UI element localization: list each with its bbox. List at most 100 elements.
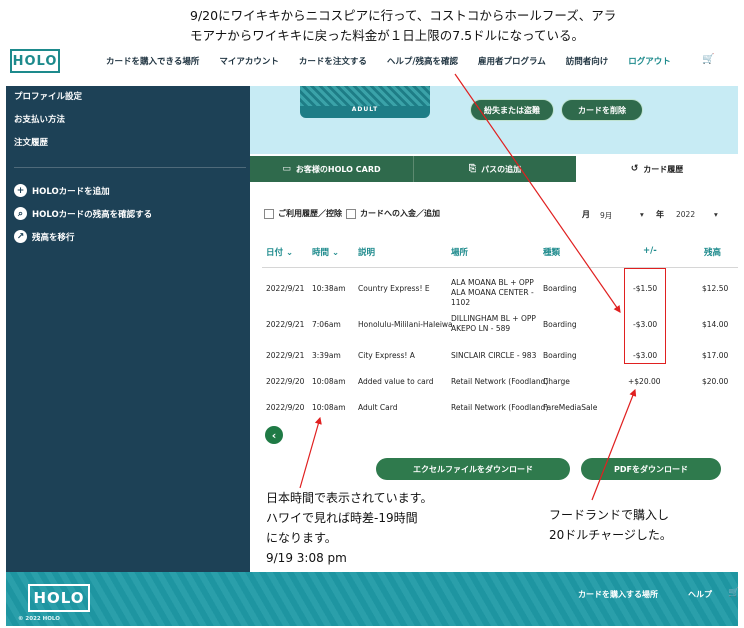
footer-logo[interactable]: HOLO: [28, 584, 90, 612]
main-nav: カードを購入できる場所 マイアカウント カードを注文する ヘルプ/残高を確認 雇…: [106, 55, 691, 67]
transfer-icon: ↗: [14, 230, 27, 243]
deposit-checkbox[interactable]: カードへの入金／追加: [346, 208, 440, 219]
plus-icon: +: [14, 184, 27, 197]
sidebar-divider: [14, 167, 246, 168]
chevron-down-icon[interactable]: ▾: [714, 210, 718, 219]
search-icon: ⌕: [14, 207, 27, 220]
row-time: 10:08am: [312, 377, 346, 386]
top-annotation-line: モアナからワイキキに戻った料金が１日上限の7.5ドルになっている。: [190, 28, 585, 43]
row-type: Charge: [543, 377, 570, 386]
add-card-label: HOLOカードを追加: [32, 186, 110, 197]
row-balance: $12.50: [702, 284, 729, 293]
checkbox-box: [346, 208, 356, 219]
top-annotation-line: 9/20にワイキキからニコスピアに行って、コストコからホールフーズ、アラ: [190, 8, 617, 23]
copyright: © 2022 HOLO: [18, 616, 60, 622]
month-label: 月: [582, 210, 590, 219]
add-card-action[interactable]: + HOLOカードを追加: [14, 184, 110, 197]
download-excel-button[interactable]: エクセルファイルをダウンロード: [376, 458, 570, 480]
row-desc: City Express! A: [358, 351, 415, 360]
col-description: 説明: [358, 248, 376, 258]
col-type: 種類: [543, 248, 561, 258]
highlight-box: [624, 268, 666, 364]
footer-nav-where-to-buy[interactable]: カードを購入する場所: [578, 589, 658, 600]
tab-card-history[interactable]: ↺ カード履歴: [576, 156, 738, 182]
row-balance: $14.00: [702, 320, 729, 329]
col-date[interactable]: 日付 ⌄: [266, 246, 293, 258]
row-place: Retail Network (Foodland): [451, 403, 549, 412]
annotation-line: フードランドで購入し: [549, 508, 670, 522]
usage-checkbox[interactable]: ご利用履歴／控除: [264, 208, 342, 219]
cart-icon[interactable]: 🛒: [702, 54, 714, 65]
check-balance-label: HOLOカードの残高を確認する: [32, 209, 153, 220]
row-amount: +$20.00: [628, 377, 661, 386]
col-amount: +/-: [643, 246, 657, 256]
row-time: 3:39am: [312, 351, 341, 360]
sidebar-item-profile[interactable]: プロファイル設定: [14, 90, 82, 102]
card-pattern: [300, 86, 430, 106]
deposit-checkbox-label: カードへの入金／追加: [360, 209, 440, 218]
nav-employer-program[interactable]: 雇用者プログラム: [478, 55, 546, 67]
chevron-down-icon[interactable]: ▾: [640, 210, 644, 219]
cart-icon[interactable]: 🛒: [728, 588, 738, 598]
col-time[interactable]: 時間 ⌄: [312, 246, 339, 258]
row-balance: $20.00: [702, 377, 729, 386]
holo-logo[interactable]: HOLO: [10, 49, 60, 73]
row-date: 2022/9/21: [266, 320, 305, 329]
nav-my-account[interactable]: マイアカウント: [219, 55, 279, 67]
nav-order-card[interactable]: カードを注文する: [299, 55, 367, 67]
checkbox-box: [264, 208, 274, 219]
row-place: ALA MOANA BL + OPP ALA MOANA CENTER - 11…: [451, 278, 534, 307]
annotation-line: 20ドルチャージした。: [549, 528, 672, 542]
tab-your-card[interactable]: ▭ お客様のHOLO CARD: [250, 156, 413, 182]
lost-stolen-button[interactable]: 紛失または盗難: [470, 99, 554, 121]
row-date: 2022/9/21: [266, 351, 305, 360]
usage-checkbox-label: ご利用履歴／控除: [278, 209, 342, 218]
footer-nav-help[interactable]: ヘルプ: [688, 589, 712, 600]
card-band: ADULT 紛失または盗難 カードを削除: [250, 86, 738, 154]
year-label: 年: [656, 210, 664, 219]
tab-card-history-label: カード履歴: [643, 164, 684, 174]
tab-add-pass[interactable]: ⎘ パスの追加: [413, 156, 576, 182]
nav-help-balance[interactable]: ヘルプ/残高を確認: [387, 55, 458, 67]
row-desc: Country Express! E: [358, 284, 430, 293]
transfer-balance-label: 残高を移行: [32, 232, 75, 243]
year-select[interactable]: 2022: [676, 210, 695, 219]
row-date: 2022/9/21: [266, 284, 305, 293]
row-time: 10:08am: [312, 403, 346, 412]
download-pdf-button[interactable]: PDFをダウンロード: [581, 458, 721, 480]
row-date: 2022/9/20: [266, 377, 305, 386]
sidebar-item-orders[interactable]: 注文履歴: [14, 136, 48, 148]
check-balance-action[interactable]: ⌕ HOLOカードの残高を確認する: [14, 207, 152, 220]
row-time: 7:06am: [312, 320, 341, 329]
row-type: FareMediaSale: [543, 403, 598, 412]
row-desc: Added value to card: [358, 377, 434, 386]
arrow-left: [299, 416, 322, 489]
arrow-right: [591, 388, 637, 501]
tab-add-pass-label: パスの追加: [481, 164, 522, 174]
col-balance: 残高: [704, 248, 722, 258]
transfer-balance-action[interactable]: ↗ 残高を移行: [14, 230, 75, 243]
top-annotation: 9/20にワイキキからニコスピアに行って、コストコからホールフーズ、アラ モアナ…: [190, 6, 730, 46]
card-icon: ▭: [282, 164, 291, 174]
nav-logout[interactable]: ログアウト: [628, 55, 671, 67]
annotation-line: 日本時間で表示されています。: [266, 491, 433, 505]
nav-where-to-buy[interactable]: カードを購入できる場所: [106, 55, 199, 67]
table-header-divider: [262, 267, 738, 268]
holo-card-image: ADULT: [300, 86, 430, 118]
nav-visitors[interactable]: 訪問者向け: [566, 55, 609, 67]
sidebar-item-payment[interactable]: お支払い方法: [14, 113, 65, 125]
row-place: SINCLAIR CIRCLE - 983: [451, 351, 537, 360]
row-type: Boarding: [543, 320, 577, 329]
annotation-line: 9/19 3:08 pm: [266, 551, 347, 565]
row-type: Boarding: [543, 351, 577, 360]
card-type-label: ADULT: [351, 106, 379, 113]
annotation-line: になります。: [266, 531, 337, 545]
sidebar: プロファイル設定 お支払い方法 注文履歴 + HOLOカードを追加 ⌕ HOLO…: [6, 86, 250, 572]
back-arrow-icon[interactable]: ‹: [265, 426, 283, 444]
delete-card-button[interactable]: カードを削除: [561, 99, 643, 121]
col-place: 場所: [451, 248, 469, 258]
month-select[interactable]: 9月: [600, 210, 612, 221]
charge-annotation: フードランドで購入し 20ドルチャージした。: [549, 505, 729, 545]
row-place: Retail Network (Foodland): [451, 377, 549, 386]
annotation-line: ハワイで見れば時差-19時間: [266, 511, 418, 525]
